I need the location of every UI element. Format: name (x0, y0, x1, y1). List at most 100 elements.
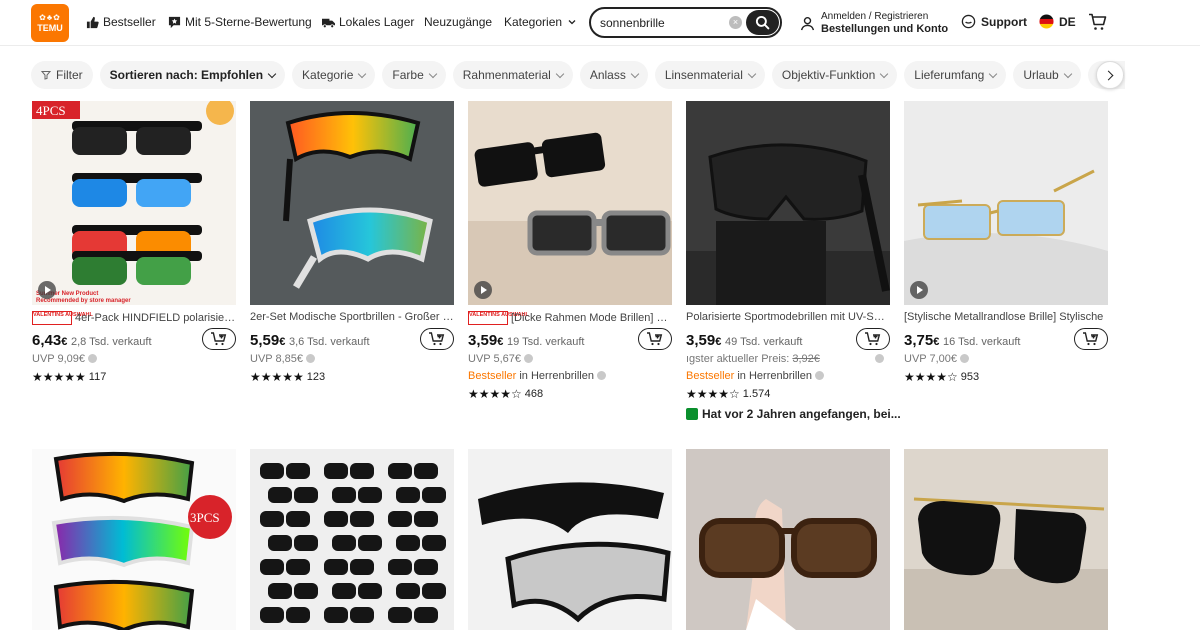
info-icon[interactable] (596, 371, 606, 380)
filter-chip-color[interactable]: Farbe (382, 61, 446, 89)
product-image[interactable] (686, 449, 890, 630)
account-menu[interactable]: Anmelden / Registrieren Bestellungen und… (800, 11, 948, 35)
filter-chip-package-contents[interactable]: Lieferumfang (904, 61, 1007, 89)
shopping-cart-icon[interactable] (1088, 13, 1107, 31)
product-image[interactable]: 3PCS (32, 449, 236, 630)
info-icon[interactable] (960, 354, 970, 363)
rating[interactable]: ★★★★☆ 953 (904, 370, 979, 384)
sort-dropdown[interactable]: Sortieren nach: Empfohlen (99, 61, 286, 89)
info-icon[interactable] (306, 354, 316, 363)
price-currency: € (715, 336, 722, 348)
play-video-icon[interactable] (910, 281, 928, 299)
temu-logo[interactable]: ✿♣✿ TEMU (31, 4, 69, 42)
filter-chip-holiday[interactable]: Urlaub (1013, 61, 1081, 89)
nav-categories[interactable]: Kategorien (504, 15, 577, 29)
search-box: × (589, 7, 782, 38)
image-caption-2: Recommended by store manager (36, 298, 131, 304)
product-image[interactable] (904, 449, 1108, 630)
list-price: UVP 8,85€ (250, 353, 316, 365)
list-price-prefix: ıgster aktueller Preis: (686, 353, 793, 365)
filter-button[interactable]: Filter (31, 61, 93, 89)
search-input[interactable] (600, 14, 725, 31)
filter-chip-label: Anlass (589, 68, 626, 82)
search-button[interactable] (746, 10, 779, 35)
product-image[interactable] (686, 101, 890, 305)
nav-categories-label: Kategorien (504, 15, 563, 29)
bestseller-tag[interactable]: Bestseller in Herrenbrillen (468, 370, 606, 382)
truck-icon (322, 18, 335, 28)
filter-scroll-right-button[interactable] (1096, 61, 1124, 89)
sort-label: Sortieren nach: Empfohlen (109, 68, 264, 82)
product-image[interactable] (250, 449, 454, 630)
product-price: 6,43€ (32, 332, 67, 349)
product-title-text: [Dicke Rahmen Mode Brillen] 2 Stück (511, 311, 672, 324)
filter-chip-category[interactable]: Kategorie (292, 61, 376, 89)
product-image[interactable] (250, 101, 454, 305)
chevron-down-icon (630, 69, 640, 78)
list-price: ıgster aktueller Preis: 3,92€ (686, 353, 884, 365)
product-image[interactable] (468, 101, 672, 305)
product-image[interactable]: 4PCS Summer New Product Recommended by s… (32, 101, 236, 305)
price-row: 3,59€ 49 Tsd. verkauft (686, 328, 890, 350)
gift-icon (686, 408, 698, 420)
info-icon[interactable] (814, 371, 824, 380)
nav-new-arrivals[interactable]: Neuzugänge (424, 15, 492, 29)
info-icon[interactable] (88, 354, 98, 363)
list-price: UVP 9,09€ (32, 353, 98, 365)
support-link[interactable]: Support (961, 14, 1027, 29)
play-video-icon[interactable] (474, 281, 492, 299)
rating[interactable]: ★★★★☆ 1.574 (686, 387, 770, 401)
rating[interactable]: ★★★★☆ 468 (468, 387, 543, 401)
chevron-down-icon (1063, 69, 1072, 78)
add-to-cart-button[interactable] (856, 328, 890, 350)
cart-plus-icon (429, 332, 445, 346)
product-image[interactable] (468, 449, 672, 630)
filter-chip-lens-material[interactable]: Linsenmaterial (654, 61, 765, 89)
add-to-cart-button[interactable] (420, 328, 454, 350)
promo-text: Hat vor 2 Jahren angefangen, bei... (702, 407, 901, 421)
list-price: UVP 5,67€ (468, 353, 534, 365)
info-icon[interactable] (874, 354, 884, 363)
filter-chip-label: Rahmenmaterial (462, 68, 551, 82)
product-title[interactable]: Polarisierte Sportmodebrillen mit UV-Sch… (686, 311, 890, 323)
product-title[interactable]: VALENTINS AUSWAHL[Dicke Rahmen Mode Bril… (468, 311, 672, 325)
filter-chip-lens-function[interactable]: Objektiv-Funktion (771, 61, 898, 89)
nav-five-star[interactable]: Mit 5-Sterne-Bewertung (168, 15, 312, 29)
play-video-icon[interactable] (38, 281, 56, 299)
clear-search-icon[interactable]: × (729, 16, 742, 29)
add-to-cart-button[interactable] (638, 328, 672, 350)
search-icon (755, 15, 770, 30)
chevron-down-icon (267, 69, 277, 78)
rating[interactable]: ★★★★★ 123 (250, 370, 325, 384)
language-selector[interactable]: DE (1039, 14, 1076, 29)
review-count: 953 (960, 371, 980, 383)
review-count: 123 (306, 371, 326, 383)
list-price-strike: 3,92€ (792, 353, 820, 365)
nav-new-arrivals-label: Neuzugänge (424, 15, 493, 29)
account-signin-label: Anmelden / Registrieren (821, 11, 929, 22)
price-row: 3,59€ 19 Tsd. verkauft (468, 328, 672, 350)
product-title[interactable]: 2er-Set Modische Sportbrillen - Großer R… (250, 311, 454, 323)
product-title[interactable]: [Stylische Metallrandlose Brille] Stylis… (904, 311, 1108, 323)
bestseller-tag[interactable]: Bestseller in Herrenbrillen (686, 370, 824, 382)
nav-bestseller[interactable]: Bestseller (86, 15, 156, 29)
add-to-cart-button[interactable] (1074, 328, 1108, 350)
add-to-cart-button[interactable] (202, 328, 236, 350)
product-price: 5,59€ (250, 332, 285, 349)
product-title[interactable]: VALENTINS AUSWAHL4er-Pack HINDFIELD pola… (32, 311, 236, 325)
filter-chip-frame-material[interactable]: Rahmenmaterial (452, 61, 573, 89)
star-rating-icon: ★★★★★ (32, 370, 86, 384)
account-orders-label: Bestellungen und Konto (821, 23, 949, 35)
info-icon[interactable] (524, 354, 534, 363)
user-icon (800, 16, 815, 30)
promo-note: Hat vor 2 Jahren angefangen, bei... (686, 407, 901, 421)
filter-chip-occasion[interactable]: Anlass (579, 61, 648, 89)
valentines-badge: VALENTINS AUSWAHL (468, 311, 529, 325)
chevron-right-icon (1103, 70, 1114, 80)
funnel-icon (41, 71, 51, 80)
product-image[interactable] (904, 101, 1108, 305)
filter-bar: Filter Sortieren nach: Empfohlen Kategor… (31, 61, 1125, 89)
rating[interactable]: ★★★★★ 117 (32, 370, 106, 384)
list-price-text: UVP 5,67€ (468, 353, 522, 365)
nav-local-warehouse[interactable]: Lokales Lager (322, 15, 414, 29)
